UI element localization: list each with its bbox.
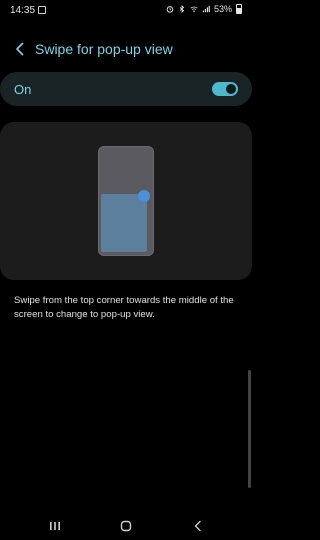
signal-icon: [202, 5, 210, 13]
toggle-label: On: [14, 82, 32, 97]
page-title: Swipe for pop-up view: [35, 41, 173, 57]
chevron-left-icon: [16, 42, 24, 56]
app-header: Swipe for pop-up view: [0, 36, 252, 62]
navigation-bar: [0, 512, 252, 540]
status-time: 14:35: [10, 5, 36, 16]
back-icon: [194, 520, 201, 532]
recent-apps-button[interactable]: [45, 518, 65, 534]
gesture-dot-icon: [138, 190, 150, 202]
description-text: Swipe from the top corner towards the mi…: [14, 295, 234, 320]
home-icon: [120, 520, 132, 532]
wifi-icon: [190, 6, 198, 13]
illustration-card: [0, 122, 252, 280]
scrollbar[interactable]: [248, 370, 251, 488]
battery-icon: [236, 4, 242, 14]
master-toggle-row[interactable]: On: [0, 72, 252, 106]
switch-knob: [226, 84, 236, 94]
bluetooth-icon: [179, 5, 185, 13]
back-button[interactable]: [10, 38, 30, 60]
alarm-icon: [166, 6, 174, 13]
home-button[interactable]: [116, 518, 136, 534]
recent-apps-icon: [50, 522, 60, 530]
popup-window-illustration: [101, 194, 147, 252]
battery-percent: 53%: [213, 4, 232, 14]
status-icons: 53%: [166, 4, 242, 14]
back-nav-button[interactable]: [188, 518, 208, 534]
screenshot-notification-icon: [38, 6, 46, 14]
status-bar: 14:35 53%: [0, 0, 252, 22]
toggle-switch[interactable]: [212, 82, 238, 96]
